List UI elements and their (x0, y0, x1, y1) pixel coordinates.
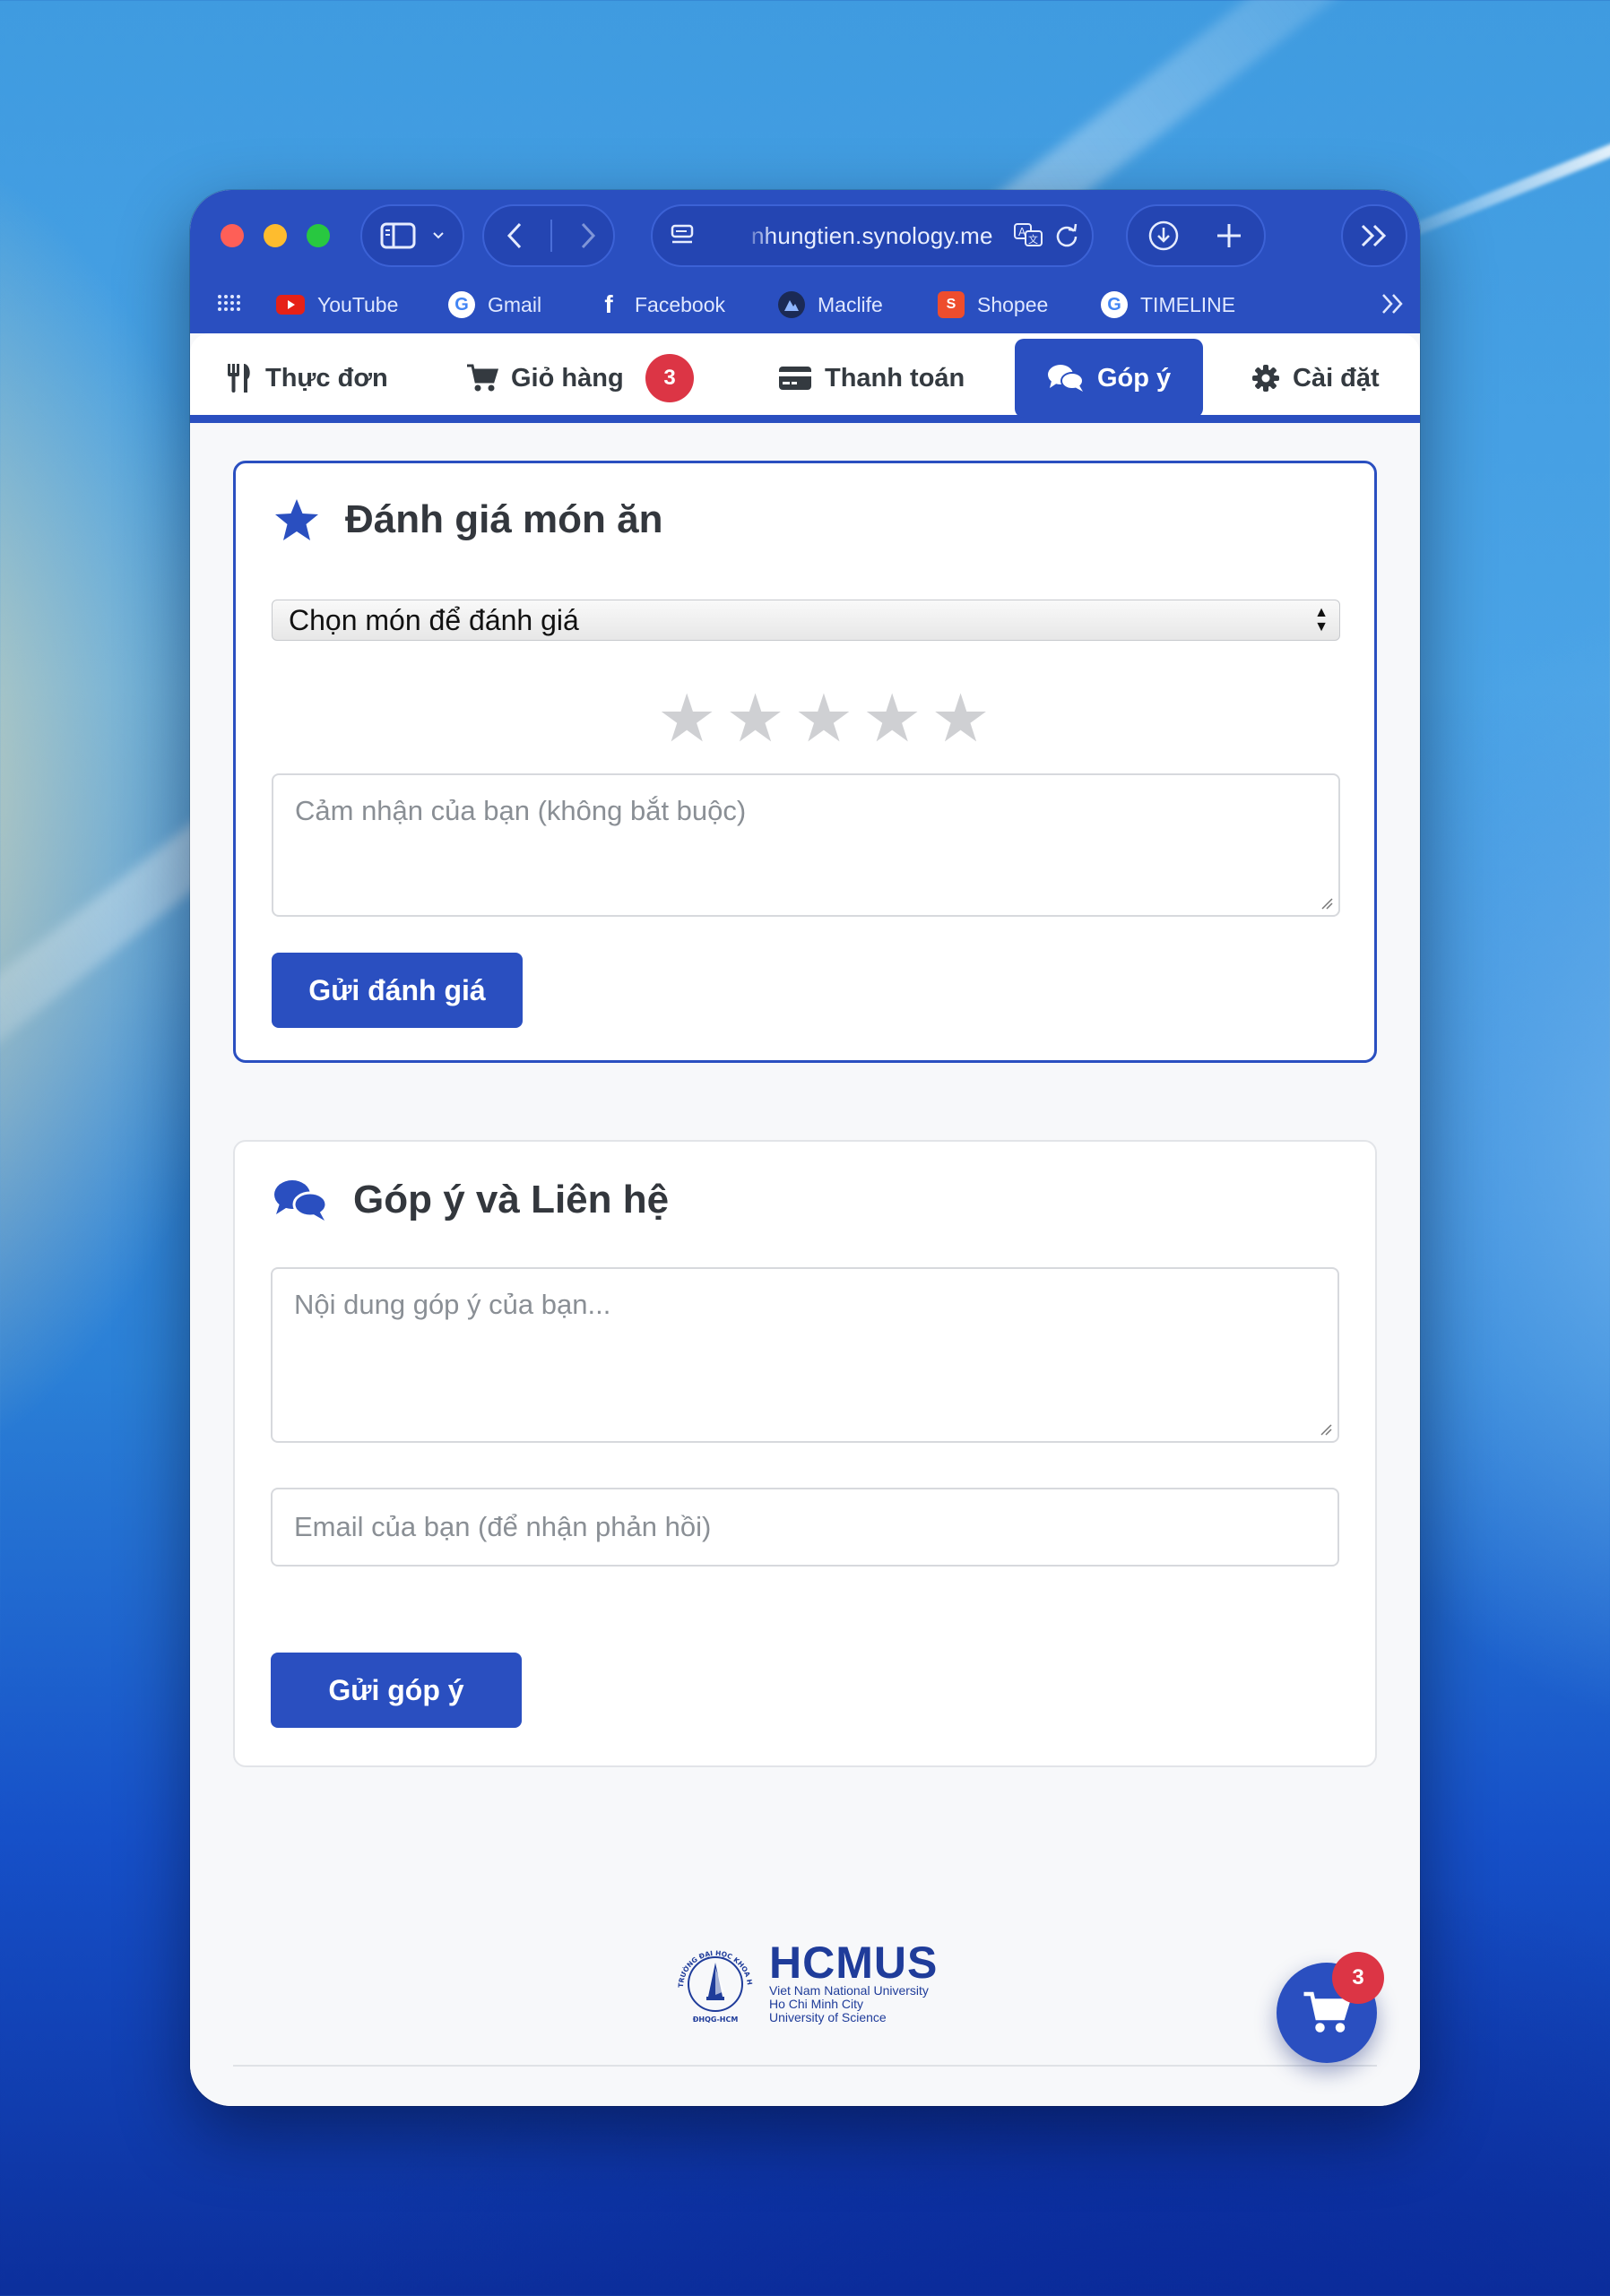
resize-grip-icon[interactable] (1319, 895, 1333, 910)
google-icon: G (448, 291, 475, 318)
gear-icon (1252, 365, 1279, 392)
tab-menu[interactable]: Thực đơn (226, 339, 388, 418)
double-chevron-right-icon (1361, 224, 1387, 247)
page-menu-icon (671, 224, 694, 244)
browser-toolbar: nhungtien.synology.me A文 YouTube G Gmail… (190, 190, 1420, 333)
hcmus-seal-logo: TRƯỜNG ĐẠI HỌC KHOA HỌC TỰ NHIÊN ĐHQG-HC… (671, 1938, 754, 2024)
logo-text: HCMUS Viet Nam National University Ho Ch… (769, 1937, 939, 2024)
dish-select[interactable]: Chọn món để đánh giá ▲ ▼ (272, 600, 1340, 641)
sidebar-icon (380, 222, 416, 249)
chevron-down-icon (433, 232, 444, 239)
rating-comment-textarea[interactable]: Cảm nhận của bạn (không bắt buộc) (272, 773, 1340, 917)
bookmark-gmail[interactable]: G Gmail (448, 289, 541, 321)
rating-star-4[interactable]: ★ (862, 686, 922, 752)
maclife-icon (778, 291, 805, 318)
page-content: Đánh giá món ăn Chọn món để đánh giá ▲ ▼ … (190, 423, 1420, 2106)
address-bar[interactable]: nhungtien.synology.me A文 (651, 204, 1094, 267)
feedback-email-input[interactable]: Email của bạn (để nhận phản hồi) (271, 1488, 1339, 1567)
forward-icon[interactable] (579, 221, 597, 250)
tab-feedback[interactable]: Góp ý (1015, 339, 1204, 418)
bookmark-youtube[interactable]: YouTube (276, 289, 398, 321)
svg-text:文: 文 (1028, 233, 1038, 246)
submit-rating-button[interactable]: Gửi đánh giá (272, 953, 523, 1028)
facebook-icon: f (604, 290, 613, 318)
bookmark-facebook[interactable]: f Facebook (595, 289, 725, 321)
zoom-window-button[interactable] (307, 224, 330, 247)
select-arrows-icon: ▲ ▼ (1314, 605, 1329, 634)
feedback-card-title: Góp ý và Liên hệ (273, 1178, 669, 1222)
comments-icon (1048, 365, 1084, 392)
bookmark-maclife[interactable]: Maclife (778, 289, 883, 321)
utensils-icon (228, 364, 250, 393)
svg-text:ĐHQG-HCM: ĐHQG-HCM (693, 2015, 739, 2024)
history-nav (482, 204, 615, 267)
apps-grid-icon[interactable] (217, 294, 240, 312)
more-tabs-button[interactable] (1341, 204, 1407, 267)
browser-window: nhungtien.synology.me A文 YouTube G Gmail… (190, 190, 1420, 2106)
close-window-button[interactable] (221, 224, 244, 247)
footer-divider (233, 2065, 1377, 2067)
back-icon[interactable] (506, 221, 524, 250)
youtube-icon (276, 295, 305, 315)
star-icon (275, 499, 318, 540)
download-icon[interactable] (1147, 220, 1180, 252)
bookmarks-overflow-icon[interactable] (1381, 292, 1406, 315)
app-nav: Thực đơn Giỏ hàng 3 Thanh toán Góp ý Cài… (190, 333, 1420, 423)
rating-card: Đánh giá món ăn Chọn món để đánh giá ▲ ▼ … (233, 461, 1377, 1063)
bookmarks-bar: YouTube G Gmail f Facebook Maclife S Sho… (190, 280, 1420, 330)
credit-card-icon (779, 367, 811, 390)
floating-cart-badge: 3 (1332, 1952, 1384, 2004)
shopee-icon: S (938, 291, 965, 318)
rating-card-title: Đánh giá món ăn (273, 497, 662, 542)
tab-cart[interactable]: Giỏ hàng (466, 339, 624, 418)
new-tab-icon[interactable] (1216, 222, 1242, 249)
downloads-newtab-group (1126, 204, 1266, 267)
bookmark-shopee[interactable]: S Shopee (938, 289, 1048, 321)
bookmark-timeline[interactable]: G TIMELINE (1101, 289, 1235, 321)
resize-grip-icon[interactable] (1318, 1421, 1332, 1436)
sidebar-toggle-button[interactable] (360, 204, 464, 267)
google-icon: G (1101, 291, 1128, 318)
rating-star-3[interactable]: ★ (794, 686, 853, 752)
tab-settings[interactable]: Cài đặt (1251, 339, 1380, 418)
minimize-window-button[interactable] (264, 224, 287, 247)
rating-star-1[interactable]: ★ (657, 686, 716, 752)
hcmus-logo: TRƯỜNG ĐẠI HỌC KHOA HỌC TỰ NHIÊN ĐHQG-HC… (671, 1938, 938, 2027)
cart-icon (467, 364, 498, 392)
cart-count-badge: 3 (645, 354, 694, 402)
translate-icon[interactable]: A文 (1013, 220, 1045, 249)
feedback-card: Góp ý và Liên hệ Nội dung góp ý của bạn.… (233, 1140, 1377, 1767)
star-rating: ★ ★ ★ ★ ★ (657, 686, 991, 752)
reload-icon[interactable] (1054, 220, 1079, 249)
rating-star-5[interactable]: ★ (931, 686, 990, 752)
feedback-content-textarea[interactable]: Nội dung góp ý của bạn... (271, 1267, 1339, 1443)
tab-payment[interactable]: Thanh toán (778, 339, 965, 418)
rating-star-2[interactable]: ★ (725, 686, 784, 752)
url-text: nhungtien.synology.me (751, 222, 993, 249)
comments-icon (274, 1180, 328, 1221)
submit-feedback-button[interactable]: Gửi góp ý (271, 1653, 522, 1728)
